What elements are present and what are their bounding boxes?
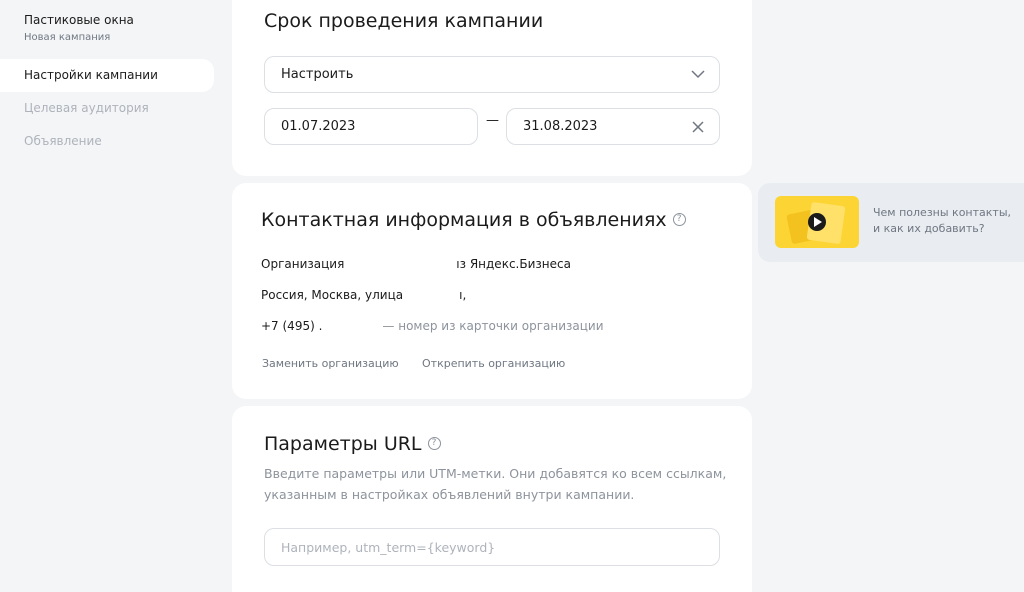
schedule-card: Срок проведения кампании Настроить 01.07…: [232, 0, 752, 176]
date-from-value: 01.07.2023: [281, 119, 356, 134]
org-label: Организация: [261, 257, 345, 271]
video-thumbnail[interactable]: [775, 196, 859, 248]
contacts-card: Контактная информация в объявлениях? Орг…: [232, 183, 752, 399]
url-params-title-text: Параметры URL: [264, 433, 422, 455]
url-params-card: Параметры URL? Введите параметры или UTM…: [232, 406, 752, 592]
phone-prefix: +7 (495) .: [261, 319, 323, 333]
date-from-input[interactable]: 01.07.2023: [264, 108, 478, 145]
sidebar-item-target-audience[interactable]: Целевая аудитория: [0, 92, 214, 125]
schedule-select[interactable]: Настроить: [264, 56, 720, 93]
phone-row: +7 (495) . — номер из карточки организаци…: [261, 319, 604, 333]
campaign-status: Новая кампания: [24, 32, 111, 43]
date-to-value: 31.08.2023: [523, 119, 598, 134]
detach-org-link[interactable]: Открепить организацию: [422, 357, 565, 370]
sidebar-item-ad[interactable]: Объявление: [0, 125, 214, 158]
sidebar: Пастиковые окна Новая кампания Настройки…: [0, 0, 230, 592]
play-icon: [786, 202, 846, 244]
url-params-input[interactable]: [264, 528, 720, 566]
campaign-name: Пастиковые окна: [24, 13, 134, 27]
contacts-title: Контактная информация в объявлениях?: [261, 209, 686, 231]
sidebar-item-campaign-settings[interactable]: Настройки кампании: [0, 59, 214, 92]
url-params-description: Введите параметры или UTM-метки. Они доб…: [264, 466, 727, 502]
chevron-down-icon: [691, 70, 705, 79]
address-prefix: Россия, Москва, улица: [261, 288, 404, 302]
schedule-select-value: Настроить: [281, 67, 354, 82]
date-separator: —: [486, 113, 499, 128]
replace-org-link[interactable]: Заменить организацию: [262, 357, 399, 370]
url-params-title: Параметры URL?: [264, 433, 441, 455]
date-to-input[interactable]: 31.08.2023: [506, 108, 720, 145]
org-source: ıз Яндекс.Бизнеса: [456, 257, 571, 271]
phone-note: — номер из карточки организации: [382, 319, 604, 333]
help-icon[interactable]: ?: [672, 213, 686, 226]
video-tip-text: Чем полезны контакты, и как их добавить?: [873, 206, 1011, 235]
address-row: Россия, Москва, улица ı,: [261, 288, 466, 302]
contacts-title-text: Контактная информация в объявлениях: [261, 209, 667, 231]
address-suffix: ı,: [459, 288, 467, 302]
org-row: Организация ıз Яндекс.Бизнеса: [261, 257, 571, 271]
close-icon[interactable]: [691, 120, 705, 134]
help-icon[interactable]: ?: [427, 437, 441, 450]
video-tip-card[interactable]: Чем полезны контакты, и как их добавить?: [758, 183, 1024, 262]
schedule-title: Срок проведения кампании: [264, 10, 544, 32]
